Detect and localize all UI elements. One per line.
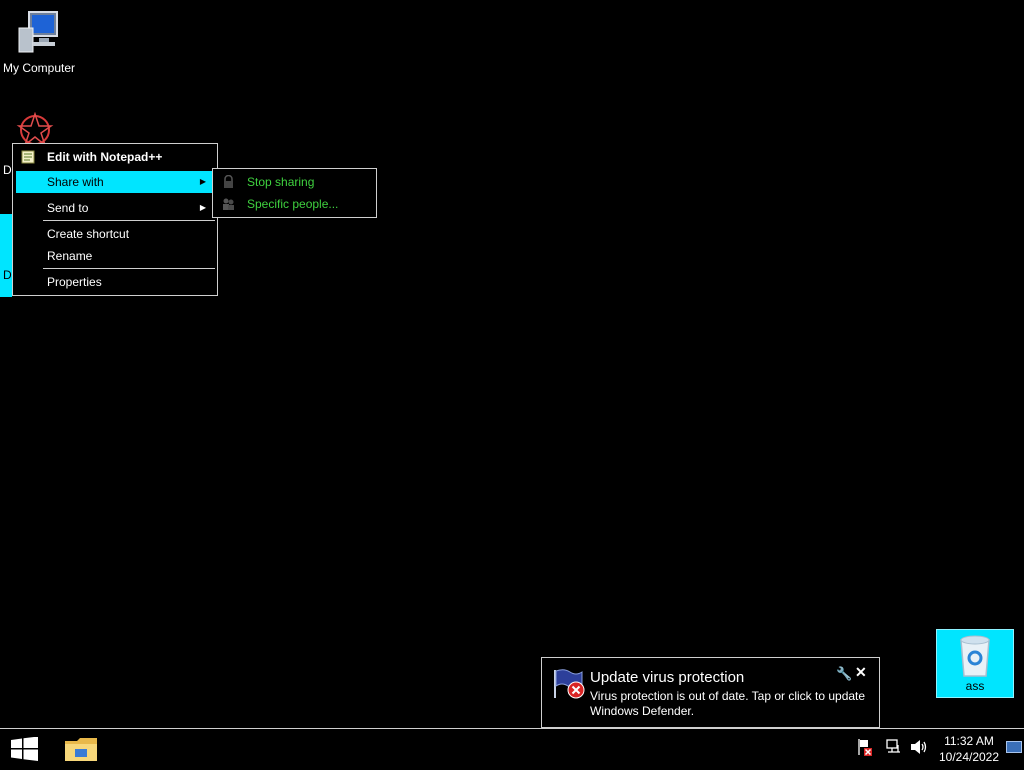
share-with-submenu: Stop sharing Specific people... bbox=[212, 168, 377, 218]
notification-body: Virus protection is out of date. Tap or … bbox=[590, 689, 866, 718]
defender-flag-error-icon bbox=[554, 669, 585, 699]
menu-item-specific-people[interactable]: Specific people... bbox=[216, 193, 373, 215]
menu-separator bbox=[43, 220, 215, 221]
clock-date: 10/24/2022 bbox=[938, 750, 1000, 764]
menu-item-create-shortcut[interactable]: Create shortcut bbox=[16, 223, 214, 245]
menu-item-label: Properties bbox=[47, 275, 102, 289]
submenu-arrow-icon: ▶ bbox=[199, 203, 206, 212]
menu-item-send-to[interactable]: Send to ▶ bbox=[16, 197, 214, 219]
recycle-bin-icon bbox=[960, 635, 990, 677]
desktop-icon-label: D bbox=[3, 163, 12, 177]
volume-icon[interactable] bbox=[910, 739, 928, 758]
menu-item-share-with[interactable]: Share with ▶ bbox=[16, 171, 214, 193]
menu-separator bbox=[43, 268, 215, 269]
menu-item-edit-with-notepad[interactable]: Edit with Notepad++ bbox=[16, 146, 214, 168]
computer-icon bbox=[18, 11, 58, 53]
desktop-icon-recycle-bin[interactable]: ass bbox=[936, 629, 1014, 698]
menu-item-rename[interactable]: Rename bbox=[16, 245, 214, 267]
notification-toast[interactable]: Update virus protection Virus protection… bbox=[541, 657, 880, 728]
notepad-plus-plus-icon bbox=[21, 150, 35, 164]
notification-title: Update virus protection bbox=[590, 669, 745, 686]
taskbar: 11:32 AM 10/24/2022 bbox=[0, 728, 1024, 769]
taskbar-clock[interactable]: 11:32 AM 10/24/2022 bbox=[934, 733, 1004, 765]
show-desktop-icon[interactable] bbox=[1006, 741, 1022, 757]
settings-wrench-icon[interactable]: 🔧 bbox=[836, 666, 852, 682]
menu-item-label: Edit with Notepad++ bbox=[47, 150, 163, 164]
network-icon[interactable] bbox=[886, 739, 902, 758]
desktop-icon-label: ass bbox=[965, 679, 985, 693]
people-icon bbox=[223, 198, 234, 210]
action-center-error-icon[interactable] bbox=[857, 737, 873, 760]
submenu-arrow-icon: ▶ bbox=[199, 177, 206, 186]
start-button[interactable] bbox=[0, 729, 48, 769]
menu-item-label: Rename bbox=[47, 249, 93, 263]
windows-logo-icon bbox=[11, 737, 38, 761]
menu-item-label: Create shortcut bbox=[47, 227, 130, 241]
menu-item-label: Stop sharing bbox=[247, 175, 315, 189]
context-menu: Edit with Notepad++ Share with ▶ Send to… bbox=[12, 143, 218, 296]
menu-item-label: Share with bbox=[47, 175, 104, 189]
clock-time: 11:32 AM bbox=[944, 734, 994, 748]
menu-item-properties[interactable]: Properties bbox=[16, 271, 214, 293]
file-explorer-icon bbox=[65, 738, 97, 761]
desktop-icon-label: My Computer bbox=[2, 61, 76, 75]
lock-icon bbox=[224, 175, 233, 188]
taskbar-item-file-explorer[interactable] bbox=[60, 731, 102, 767]
menu-item-stop-sharing[interactable]: Stop sharing bbox=[216, 171, 373, 193]
menu-item-label: Send to bbox=[47, 201, 89, 215]
desktop-icon-label: D bbox=[3, 268, 12, 282]
menu-item-label: Specific people... bbox=[247, 197, 339, 211]
close-icon[interactable]: ✕ bbox=[855, 664, 867, 681]
desktop-icon-my-computer[interactable]: My Computer bbox=[0, 8, 78, 75]
desktop-icon-selected[interactable] bbox=[0, 214, 12, 297]
